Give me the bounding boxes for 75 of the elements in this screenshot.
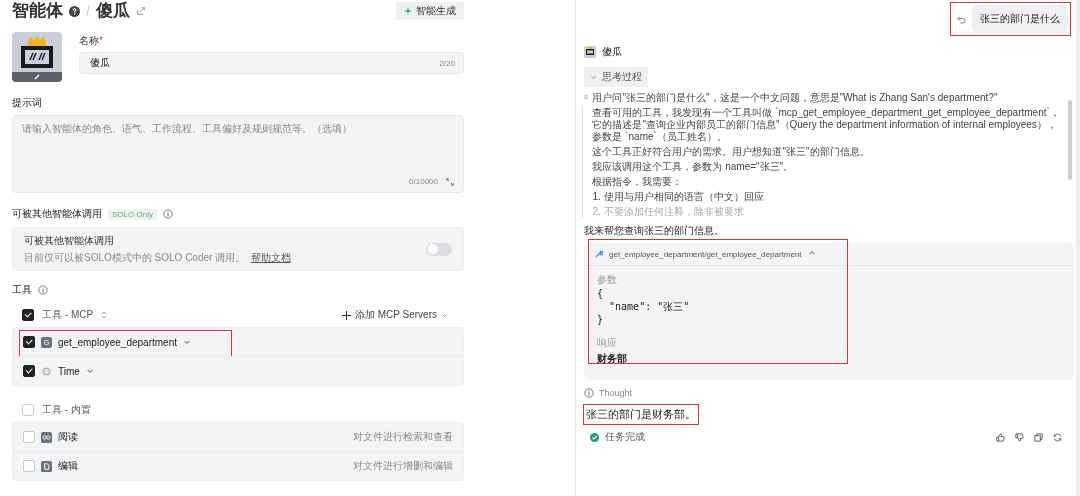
expand-icon[interactable] bbox=[446, 177, 454, 186]
thumbs-down-icon[interactable] bbox=[1015, 432, 1024, 442]
plus-icon bbox=[341, 310, 351, 320]
add-mcp-button[interactable]: 添加 MCP Servers bbox=[335, 307, 454, 323]
response-text: 财务部 bbox=[597, 352, 628, 366]
tool-call-name[interactable]: get_employee_department/get_employee_department bbox=[609, 249, 802, 259]
assistant-reply: 我来帮您查询张三的部门信息。 bbox=[584, 224, 725, 238]
chevron-icon[interactable] bbox=[85, 367, 94, 375]
info-icon bbox=[38, 285, 48, 295]
solo-badge: SOLO Only bbox=[108, 208, 157, 220]
glasses-icon bbox=[41, 431, 52, 443]
callable-label: 可被其他智能体调用 bbox=[12, 207, 102, 221]
undo-icon[interactable] bbox=[957, 14, 966, 24]
info-icon bbox=[584, 388, 594, 398]
params-label: 参数 bbox=[597, 273, 618, 287]
chevron-icon[interactable] bbox=[183, 338, 191, 346]
thinking-text: 这个工具正好符合用户的需求。用户想知道"张三"的部门信息。 bbox=[592, 146, 871, 158]
copy-icon[interactable] bbox=[1034, 432, 1043, 442]
breadcrumb-separator: / bbox=[86, 3, 90, 19]
status-text: 任务完成 bbox=[605, 430, 645, 444]
tool-name[interactable]: Time bbox=[58, 365, 80, 377]
wrench-icon bbox=[594, 249, 603, 259]
sparkle-icon bbox=[404, 7, 412, 15]
page-title: 智能体 bbox=[12, 1, 63, 21]
clock-icon bbox=[41, 365, 52, 377]
params-code: { "name": "张三" } bbox=[597, 287, 691, 326]
callable-description: 目前仅可以被SOLO模式中的 SOLO Coder 调用。 bbox=[24, 251, 246, 263]
name-label: 名称* bbox=[79, 34, 104, 48]
sort-icon[interactable] bbox=[101, 311, 108, 319]
thinking-toggle[interactable]: 思考过程 bbox=[584, 67, 648, 87]
tool-description: 对文件进行增删和编辑 bbox=[353, 459, 453, 473]
prompt-label: 提示词 bbox=[12, 96, 42, 110]
thinking-list-item: 2. 不要添加任何注释，除非被要求 bbox=[592, 206, 745, 218]
tool-description: 对文件进行检索和查看 bbox=[353, 430, 453, 444]
checkbox[interactable] bbox=[23, 336, 35, 348]
refresh-icon[interactable] bbox=[1053, 432, 1062, 442]
generate-button[interactable]: 智能生成 bbox=[396, 2, 464, 20]
scrollbar[interactable] bbox=[1068, 100, 1072, 180]
tool-group-title[interactable]: 工具 - 内置 bbox=[42, 403, 91, 417]
chevron-icon bbox=[590, 73, 597, 81]
info-icon bbox=[162, 209, 173, 219]
help-doc-link[interactable]: 帮助文档 bbox=[250, 251, 291, 263]
document-icon bbox=[41, 460, 52, 472]
name-field[interactable]: 傻瓜 2/20 bbox=[79, 52, 464, 74]
agent-title: 傻瓜 bbox=[95, 1, 130, 21]
info-icon bbox=[584, 92, 589, 102]
tool-name[interactable]: get_employee_department bbox=[58, 336, 177, 348]
chevron-icon bbox=[441, 311, 448, 319]
response-label: 响应 bbox=[597, 336, 618, 350]
thinking-text: 用户问"张三的部门是什么"，这是一个中文问题，意思是"What is Zhang San's department?" bbox=[592, 92, 999, 104]
thought-label: Thought bbox=[599, 388, 633, 398]
toggle-switch[interactable] bbox=[426, 242, 452, 256]
prompt-field[interactable]: 请输入智能体的角色、语气、工作流程、工具偏好及规则规范等。（选填） 0/10000 bbox=[12, 115, 464, 193]
tools-label: 工具 bbox=[12, 283, 32, 297]
thinking-text: 我应该调用这个工具，参数为 name="张三"。 bbox=[592, 161, 795, 173]
answer-text: 张三的部门是财务部。 bbox=[584, 405, 698, 424]
share-icon[interactable] bbox=[135, 6, 146, 16]
agent-name: 傻瓜 bbox=[602, 45, 622, 59]
thumbs-up-icon[interactable] bbox=[996, 432, 1005, 442]
checkbox[interactable] bbox=[23, 365, 35, 377]
tool-name[interactable]: 阅读 bbox=[58, 430, 78, 444]
checkbox[interactable] bbox=[22, 309, 34, 321]
callable-title: 可被其他智能体调用 bbox=[24, 233, 115, 248]
tool-group-title[interactable]: 工具 - MCP bbox=[42, 308, 94, 322]
char-counter: 0/10000 bbox=[409, 177, 438, 186]
thinking-text: 根据指令，我需要： bbox=[592, 176, 684, 188]
chevron-icon[interactable] bbox=[807, 249, 816, 257]
help-icon bbox=[69, 5, 80, 17]
user-message: 张三的部门是什么 bbox=[972, 5, 1068, 33]
thinking-list-item: 1. 使用与用户相同的语言（中文）回应 bbox=[592, 191, 765, 203]
thinking-text: 查看可用的工具，我发现有一个工具叫做 `mcp_get_employee_department_get_employee_department`，它的描述是"查询企业内部员工的部门信息"（Query the department information of internal employees），参数是 `name`（员工姓名）。 bbox=[592, 107, 1061, 143]
check-circle-icon bbox=[590, 432, 599, 442]
robot-avatar[interactable] bbox=[12, 32, 62, 82]
tool-name[interactable]: 编辑 bbox=[58, 459, 78, 473]
robot-avatar bbox=[584, 46, 596, 58]
